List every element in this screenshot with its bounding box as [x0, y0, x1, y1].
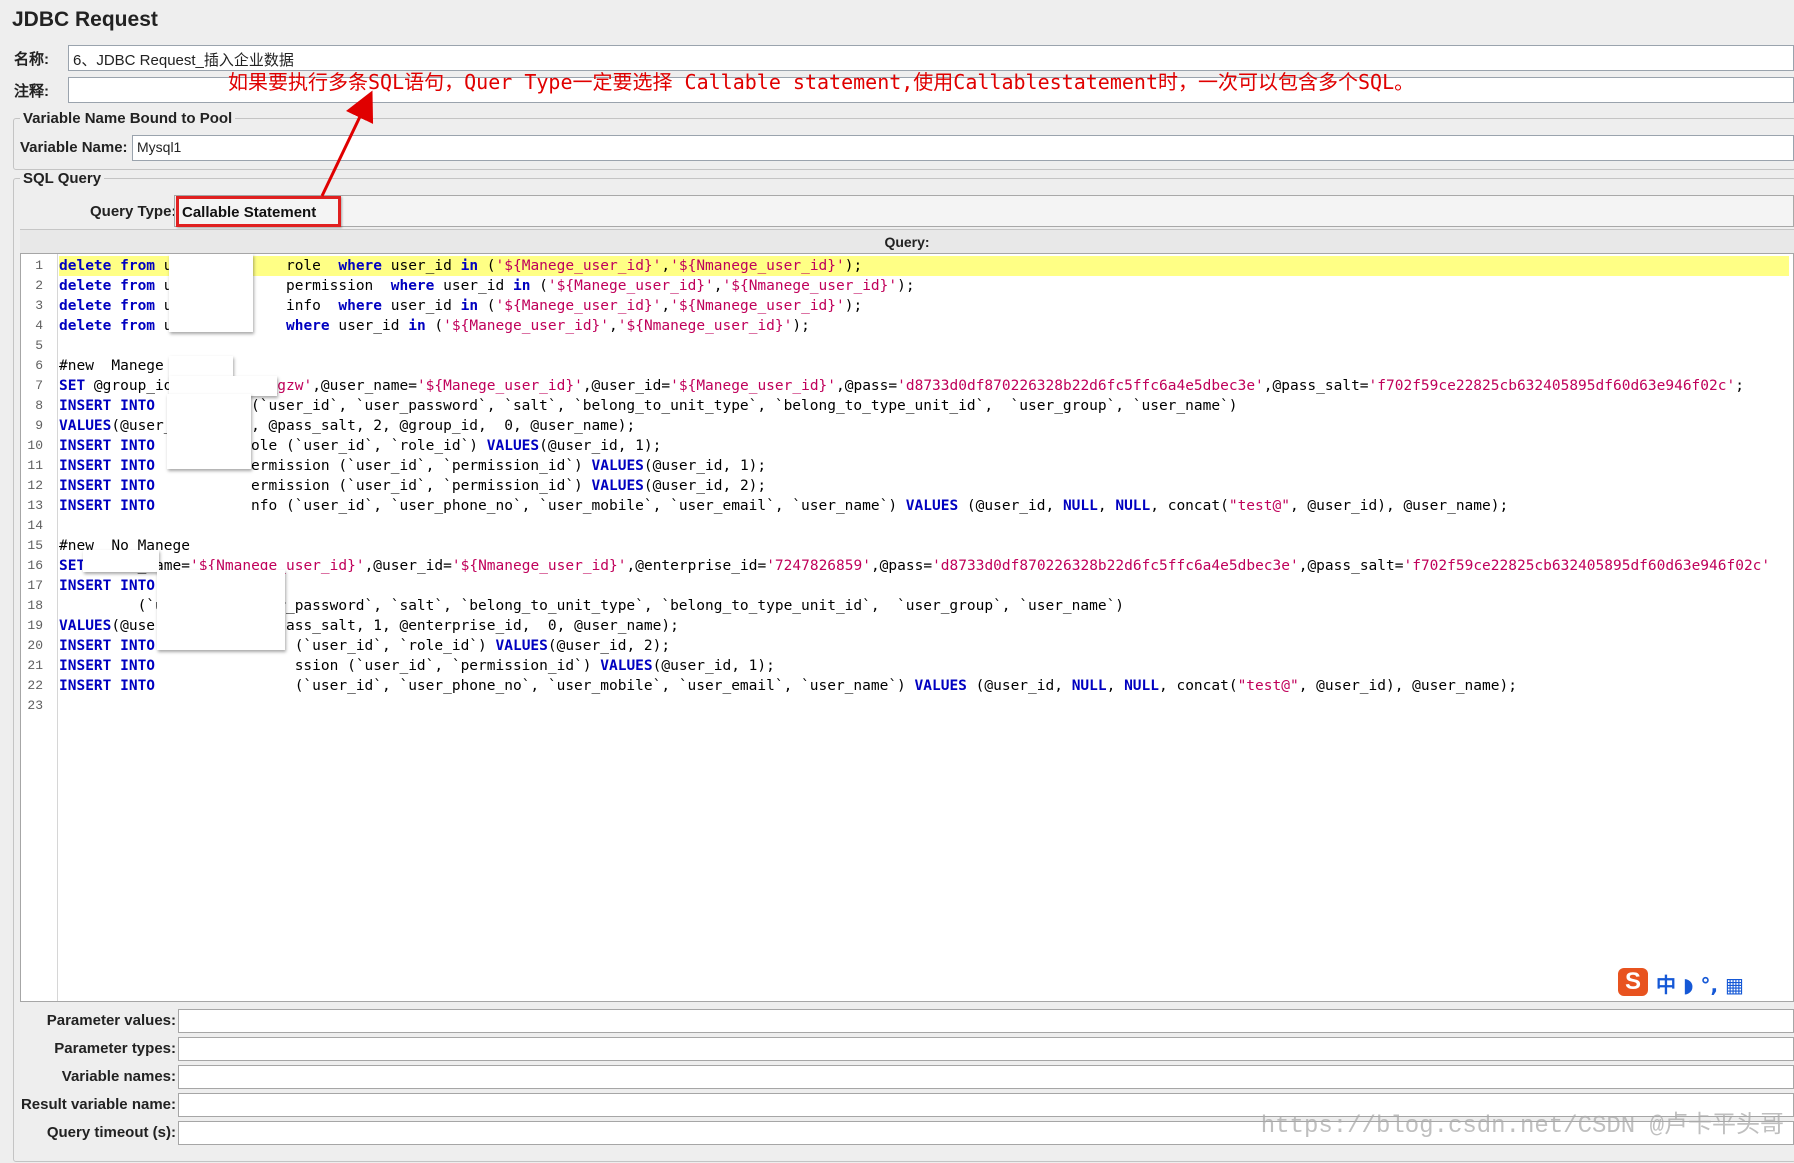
line-number-gutter: 1 2 3 4 5 6 7 8 9 10 11 12 13 14 15 16 17 18 19 20 21 22 23 — [21, 254, 58, 1001]
line-number: 3 — [35, 298, 43, 313]
code-line: INSERT INTO (`user_id`, `role_id`) VALUE… — [59, 638, 671, 654]
param-label: Result variable name: — [20, 1096, 176, 1113]
param-label: Query timeout (s): — [46, 1124, 176, 1141]
param-label: Variable names: — [61, 1068, 176, 1085]
name-label: 名称: — [14, 51, 49, 68]
line-number: 6 — [35, 358, 43, 373]
code-line: (`user_id`, `user_password`, `salt`, `be… — [59, 598, 1125, 614]
sql-query-group-title: SQL Query — [23, 170, 102, 187]
comment-label: 注释: — [14, 83, 49, 100]
line-number: 10 — [27, 438, 43, 453]
query-type-label: Query Type: — [90, 203, 177, 220]
annotation-text: 如果要执行多条SQL语句，Quer Type一定要选择 Callable sta… — [228, 70, 1415, 94]
line-number: 16 — [27, 558, 43, 573]
pool-group-title: Variable Name Bound to Pool — [23, 110, 233, 127]
redaction-patch — [169, 376, 277, 396]
code-line: VALUES(@user_id, @pass, @pass_salt, 1, @… — [59, 618, 679, 634]
panel-title: JDBC Request — [12, 8, 158, 31]
line-number: 1 — [35, 258, 43, 273]
code-line: INSERT INTO ermission (`user_id`, `permi… — [59, 478, 767, 494]
line-number: 14 — [27, 518, 43, 533]
code-line: INSERT INTO — [59, 578, 156, 594]
code-line: #new No Manege — [59, 538, 190, 554]
line-number: 9 — [35, 418, 43, 433]
code-line: delete from u role where user_id in ('${… — [59, 256, 1789, 276]
line-number: 13 — [27, 498, 43, 513]
param-input[interactable] — [178, 1065, 1794, 1089]
line-number: 12 — [27, 478, 43, 493]
code-line: INSERT INTO (`user_id`, `user_phone_no`,… — [59, 678, 1517, 694]
code-line: INSERT INTO nfo (`user_id`, `user_phone_… — [59, 498, 1509, 514]
ime-logo-icon: S — [1618, 968, 1648, 996]
line-number: 18 — [27, 598, 43, 613]
code-line: delete from u permission where user_id i… — [59, 278, 915, 294]
redaction-patch — [169, 356, 233, 378]
line-number: 15 — [27, 538, 43, 553]
line-number: 8 — [35, 398, 43, 413]
variable-name-label: Variable Name: — [20, 139, 128, 156]
param-input[interactable] — [178, 1037, 1794, 1061]
code-line: INSERT INTO ssion (`user_id`, `permissio… — [59, 658, 775, 674]
code-line: SET @user_name='${Nmanege_user_id}',@use… — [59, 558, 1771, 574]
line-number: 5 — [35, 338, 43, 353]
code-line: #new Manege — [59, 358, 164, 374]
code-line: delete from u where user_id in ('${Maneg… — [59, 318, 810, 334]
ime-status-text: 中 ◗ °, ▦ — [1656, 973, 1744, 997]
line-number: 21 — [27, 658, 43, 673]
param-label: Parameter values: — [46, 1012, 176, 1029]
line-number: 23 — [27, 698, 43, 713]
line-number: 2 — [35, 278, 43, 293]
variable-name-input[interactable]: Mysql1 — [132, 135, 1794, 161]
redaction-patch — [167, 394, 251, 469]
line-number: 17 — [27, 578, 43, 593]
code-line: INSERT INTO (`user_id`, `user_password`,… — [59, 398, 1238, 414]
param-label: Parameter types: — [54, 1040, 176, 1057]
ime-toolbar[interactable]: S 中 ◗ °, ▦ — [1614, 966, 1794, 1000]
code-line: VALUES(@user_id, @pass, @pass_salt, 2, @… — [59, 418, 636, 434]
line-number: 7 — [35, 378, 43, 393]
line-number: 11 — [27, 458, 43, 473]
query-type-select[interactable] — [174, 195, 1794, 227]
code-line: delete from u info where user_id in ('${… — [59, 298, 863, 314]
query-header: Query: — [20, 229, 1794, 255]
redaction-patch — [169, 254, 253, 332]
line-number: 19 — [27, 618, 43, 633]
param-input[interactable] — [178, 1009, 1794, 1033]
line-number: 20 — [27, 638, 43, 653]
redaction-patch — [157, 570, 285, 650]
highlight-box — [176, 196, 341, 227]
watermark: https://blog.csdn.net/CSDN @卢卡平头哥 — [1260, 1113, 1784, 1140]
code-line: INSERT INTO ole (`user_id`, `role_id`) V… — [59, 438, 662, 454]
redaction-patch — [83, 550, 159, 572]
line-number: 22 — [27, 678, 43, 693]
sql-editor[interactable]: 1 2 3 4 5 6 7 8 9 10 11 12 13 14 15 16 17 18 19 20 21 22 23 de… — [20, 253, 1794, 1002]
line-number: 4 — [35, 318, 43, 333]
code-line: INSERT INTO ermission (`user_id`, `permi… — [59, 458, 767, 474]
code-line: SET @group_id='guangdong_gzw',@user_name… — [59, 378, 1744, 394]
